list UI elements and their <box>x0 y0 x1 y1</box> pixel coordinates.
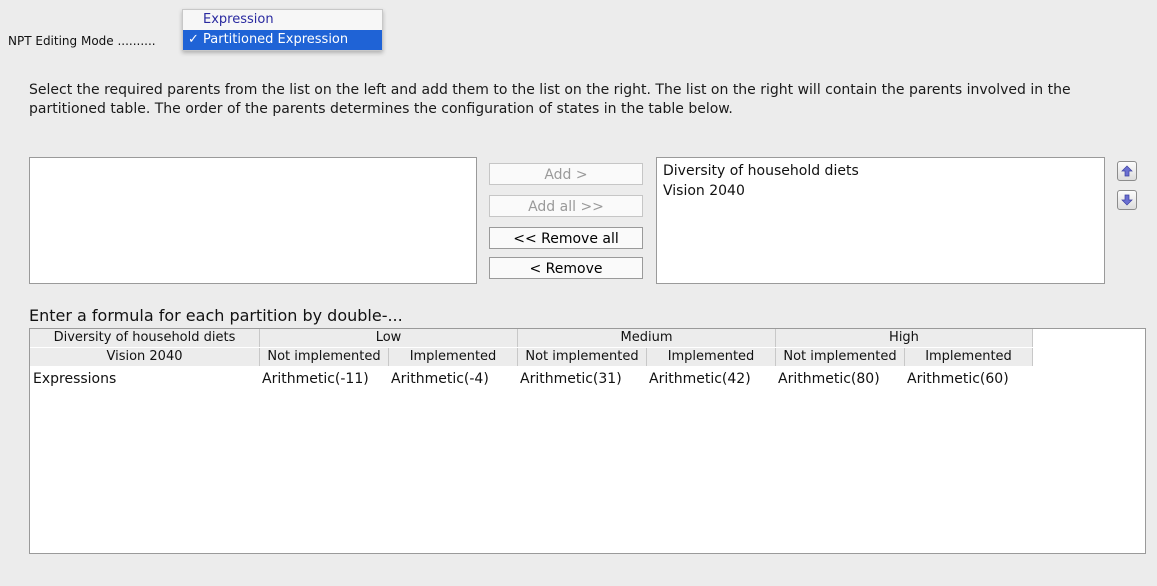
state-header-implemented: Implemented <box>647 348 776 366</box>
state-header-high: High <box>776 329 1033 347</box>
checkmark-icon: ✓ <box>188 32 199 47</box>
remove-button[interactable]: < Remove <box>489 257 643 279</box>
state-header-implemented: Implemented <box>905 348 1033 366</box>
parent1-header-row: Diversity of household diets Low Medium … <box>30 329 1033 347</box>
expression-cell[interactable]: Arithmetic(31) <box>520 370 622 388</box>
state-header-implemented: Implemented <box>389 348 518 366</box>
state-header-not-implemented: Not implemented <box>776 348 905 366</box>
npt-editing-mode-label: NPT Editing Mode .......... <box>8 34 156 48</box>
partition-table[interactable]: Diversity of household diets Low Medium … <box>29 328 1146 554</box>
parent1-header-label: Diversity of household diets <box>30 329 260 347</box>
expression-cell[interactable]: Arithmetic(60) <box>907 370 1009 388</box>
option-label: Expression <box>203 12 274 27</box>
row-label-expressions: Expressions <box>33 371 117 387</box>
option-expression[interactable]: Expression <box>183 10 382 30</box>
expression-cell[interactable]: Arithmetic(-11) <box>262 370 369 388</box>
arrow-down-icon <box>1121 194 1133 206</box>
parent2-header-label: Vision 2040 <box>30 348 260 366</box>
list-item[interactable]: Vision 2040 <box>663 181 1098 201</box>
available-parents-list[interactable] <box>29 157 477 284</box>
remove-all-button[interactable]: << Remove all <box>489 227 643 249</box>
arrow-up-icon <box>1121 165 1133 177</box>
move-down-button[interactable] <box>1117 190 1137 210</box>
option-partitioned-expression[interactable]: ✓ Partitioned Expression <box>183 30 382 50</box>
add-button[interactable]: Add > <box>489 163 643 185</box>
expression-cell[interactable]: Arithmetic(-4) <box>391 370 489 388</box>
npt-editing-mode-dropdown[interactable]: Expression ✓ Partitioned Expression <box>182 9 383 51</box>
move-up-button[interactable] <box>1117 161 1137 181</box>
parent2-header-row: Vision 2040 Not implemented Implemented … <box>30 348 1033 366</box>
instructions-text: Select the required parents from the lis… <box>29 82 1071 117</box>
expression-cell[interactable]: Arithmetic(42) <box>649 370 751 388</box>
state-header-medium: Medium <box>518 329 776 347</box>
table-row: Expressions Arithmetic(-11) Arithmetic(-… <box>30 370 1033 388</box>
expression-cell[interactable]: Arithmetic(80) <box>778 370 880 388</box>
state-header-not-implemented: Not implemented <box>518 348 647 366</box>
add-all-button[interactable]: Add all >> <box>489 195 643 217</box>
state-header-low: Low <box>260 329 518 347</box>
option-label: Partitioned Expression <box>203 32 349 47</box>
state-header-not-implemented: Not implemented <box>260 348 389 366</box>
selected-parents-list[interactable]: Diversity of household diets Vision 2040 <box>656 157 1105 284</box>
list-item[interactable]: Diversity of household diets <box>663 161 1098 181</box>
formula-instructions-label: Enter a formula for each partition by do… <box>29 306 403 325</box>
